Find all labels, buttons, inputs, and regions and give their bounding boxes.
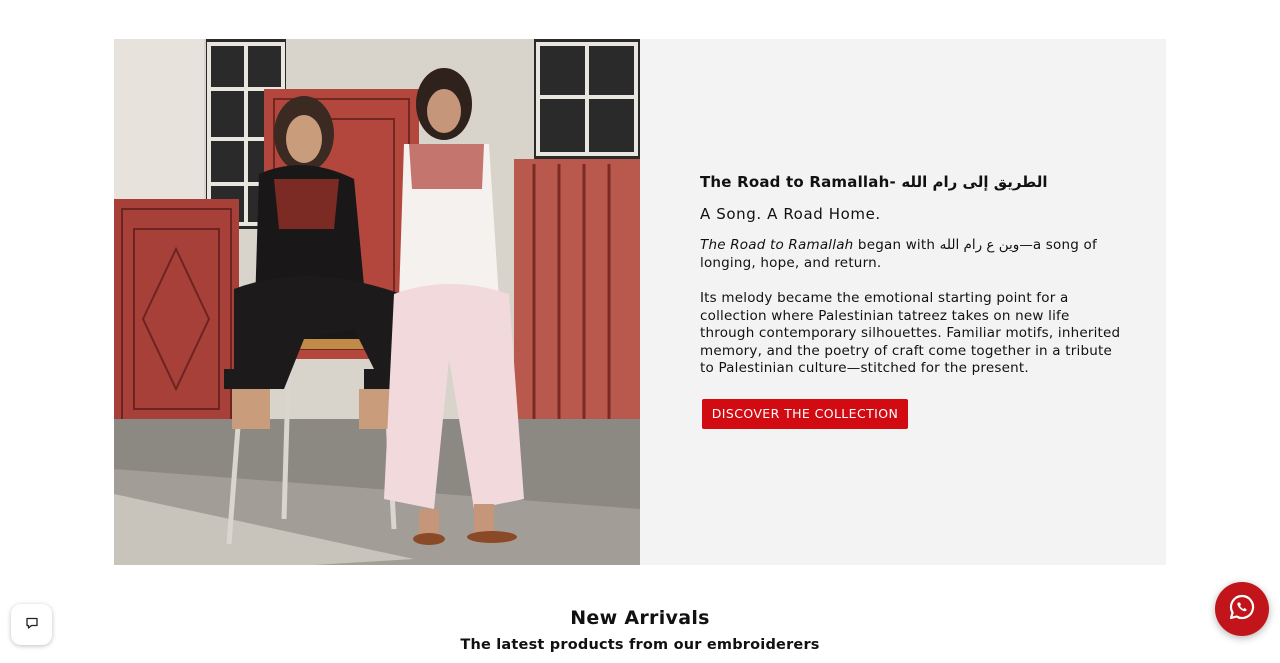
chat-bubble-icon xyxy=(25,615,39,634)
whatsapp-button[interactable] xyxy=(1215,582,1269,636)
discover-collection-button[interactable]: DISCOVER THE COLLECTION xyxy=(702,398,908,429)
hero-subtitle: A Song. A Road Home. xyxy=(700,205,881,223)
hero-paragraph-1: The Road to Ramallah began with وين ع را… xyxy=(700,237,1125,272)
new-arrivals-subtitle: The latest products from our embroiderer… xyxy=(460,637,820,653)
chat-button[interactable] xyxy=(11,604,52,645)
hero-text-block: The Road to Ramallah- الطريق إلى رام الل… xyxy=(700,172,1125,429)
hero-image xyxy=(114,39,640,565)
hero-banner: The Road to Ramallah- الطريق إلى رام الل… xyxy=(114,39,1166,565)
hero-title: The Road to Ramallah- الطريق إلى رام الل… xyxy=(700,173,1048,191)
new-arrivals-title: New Arrivals xyxy=(570,607,710,629)
hero-content-panel: The Road to Ramallah- الطريق إلى رام الل… xyxy=(640,39,1166,565)
hero-paragraph-2: Its melody became the emotional starting… xyxy=(700,290,1121,376)
hero-paragraph-1-emphasis: The Road to Ramallah xyxy=(700,237,854,253)
whatsapp-icon xyxy=(1228,593,1256,625)
